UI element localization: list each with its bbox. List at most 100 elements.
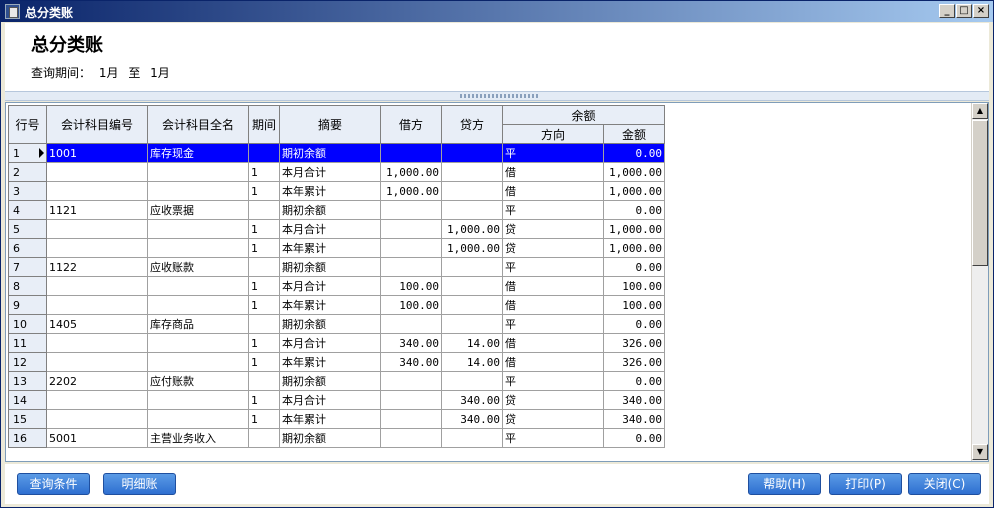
credit-cell[interactable] <box>441 428 503 448</box>
period-cell[interactable] <box>248 200 280 220</box>
account-code-cell[interactable] <box>46 352 148 372</box>
table-row[interactable]: 2 1 本月合计 1,000.00 借 1,000.00 <box>8 162 665 182</box>
detail-ledger-button[interactable]: 明细账 <box>103 473 176 495</box>
direction-cell[interactable]: 借 <box>502 352 604 372</box>
period-cell[interactable]: 1 <box>248 409 280 429</box>
summary-cell[interactable]: 期初余额 <box>279 257 381 277</box>
row-number-cell[interactable]: 3 <box>8 181 47 201</box>
header-debit[interactable]: 借方 <box>380 105 442 144</box>
table-row[interactable]: 1 1001 库存现金 期初余额 平 0.00 <box>8 143 665 163</box>
direction-cell[interactable]: 平 <box>502 314 604 334</box>
period-cell[interactable]: 1 <box>248 352 280 372</box>
row-number-cell[interactable]: 5 <box>8 219 47 239</box>
account-code-cell[interactable]: 2202 <box>46 371 148 391</box>
period-cell[interactable]: 1 <box>248 390 280 410</box>
row-number-cell[interactable]: 14 <box>8 390 47 410</box>
amount-cell[interactable]: 326.00 <box>603 352 665 372</box>
account-name-cell[interactable] <box>147 295 249 315</box>
summary-cell[interactable]: 本月合计 <box>279 276 381 296</box>
direction-cell[interactable]: 借 <box>502 276 604 296</box>
credit-cell[interactable]: 14.00 <box>441 333 503 353</box>
account-name-cell[interactable]: 应付账款 <box>147 371 249 391</box>
credit-cell[interactable] <box>441 371 503 391</box>
account-code-cell[interactable] <box>46 162 148 182</box>
debit-cell[interactable] <box>380 200 442 220</box>
debit-cell[interactable] <box>380 371 442 391</box>
credit-cell[interactable] <box>441 181 503 201</box>
table-row[interactable]: 16 5001 主营业务收入 期初余额 平 0.00 <box>8 428 665 448</box>
credit-cell[interactable] <box>441 257 503 277</box>
table-row[interactable]: 6 1 本年累计 1,000.00 贷 1,000.00 <box>8 238 665 258</box>
debit-cell[interactable]: 100.00 <box>380 276 442 296</box>
summary-cell[interactable]: 本年累计 <box>279 238 381 258</box>
credit-cell[interactable] <box>441 162 503 182</box>
table-row[interactable]: 5 1 本月合计 1,000.00 贷 1,000.00 <box>8 219 665 239</box>
summary-cell[interactable]: 本年累计 <box>279 181 381 201</box>
row-number-cell[interactable]: 11 <box>8 333 47 353</box>
credit-cell[interactable] <box>441 276 503 296</box>
scroll-thumb[interactable] <box>972 120 988 266</box>
account-name-cell[interactable] <box>147 238 249 258</box>
direction-cell[interactable]: 贷 <box>502 238 604 258</box>
amount-cell[interactable]: 0.00 <box>603 200 665 220</box>
direction-cell[interactable]: 贷 <box>502 409 604 429</box>
amount-cell[interactable]: 0.00 <box>603 371 665 391</box>
account-code-cell[interactable]: 1121 <box>46 200 148 220</box>
period-cell[interactable] <box>248 257 280 277</box>
table-row[interactable]: 11 1 本月合计 340.00 14.00 借 326.00 <box>8 333 665 353</box>
debit-cell[interactable] <box>380 238 442 258</box>
period-cell[interactable]: 1 <box>248 276 280 296</box>
period-cell[interactable]: 1 <box>248 333 280 353</box>
period-cell[interactable] <box>248 314 280 334</box>
table-row[interactable]: 13 2202 应付账款 期初余额 平 0.00 <box>8 371 665 391</box>
account-code-cell[interactable]: 1405 <box>46 314 148 334</box>
summary-cell[interactable]: 本月合计 <box>279 390 381 410</box>
credit-cell[interactable] <box>441 295 503 315</box>
row-number-cell[interactable]: 8 <box>8 276 47 296</box>
period-cell[interactable]: 1 <box>248 219 280 239</box>
account-name-cell[interactable]: 库存商品 <box>147 314 249 334</box>
ledger-grid[interactable]: 行号 会计科目编号 会计科目全名 期间 摘要 借方 贷方 余额 方向 金额 11… <box>5 102 989 462</box>
debit-cell[interactable]: 340.00 <box>380 333 442 353</box>
table-row[interactable]: 15 1 本年累计 340.00 贷 340.00 <box>8 409 665 429</box>
account-name-cell[interactable] <box>147 352 249 372</box>
summary-cell[interactable]: 期初余额 <box>279 200 381 220</box>
direction-cell[interactable]: 借 <box>502 181 604 201</box>
row-number-cell[interactable]: 1 <box>8 143 47 163</box>
direction-cell[interactable]: 借 <box>502 333 604 353</box>
splitter-grip-icon[interactable] <box>460 94 540 98</box>
debit-cell[interactable] <box>380 428 442 448</box>
row-number-cell[interactable]: 2 <box>8 162 47 182</box>
account-code-cell[interactable] <box>46 333 148 353</box>
direction-cell[interactable]: 平 <box>502 200 604 220</box>
period-cell[interactable] <box>248 371 280 391</box>
header-direction[interactable]: 方向 <box>502 124 604 144</box>
query-conditions-button[interactable]: 查询条件 <box>17 473 90 495</box>
direction-cell[interactable]: 借 <box>502 162 604 182</box>
direction-cell[interactable]: 贷 <box>502 219 604 239</box>
period-cell[interactable] <box>248 428 280 448</box>
splitter[interactable] <box>5 91 989 101</box>
help-button[interactable]: 帮助(H) <box>748 473 821 495</box>
row-number-cell[interactable]: 6 <box>8 238 47 258</box>
table-row[interactable]: 10 1405 库存商品 期初余额 平 0.00 <box>8 314 665 334</box>
debit-cell[interactable]: 1,000.00 <box>380 181 442 201</box>
account-name-cell[interactable]: 应收票据 <box>147 200 249 220</box>
account-name-cell[interactable] <box>147 390 249 410</box>
amount-cell[interactable]: 1,000.00 <box>603 219 665 239</box>
table-row[interactable]: 4 1121 应收票据 期初余额 平 0.00 <box>8 200 665 220</box>
account-name-cell[interactable]: 库存现金 <box>147 143 249 163</box>
direction-cell[interactable]: 平 <box>502 143 604 163</box>
amount-cell[interactable]: 1,000.00 <box>603 181 665 201</box>
direction-cell[interactable]: 平 <box>502 257 604 277</box>
header-account-name[interactable]: 会计科目全名 <box>147 105 249 144</box>
amount-cell[interactable]: 340.00 <box>603 390 665 410</box>
credit-cell[interactable]: 1,000.00 <box>441 238 503 258</box>
scroll-up-icon[interactable]: ▲ <box>972 103 988 119</box>
debit-cell[interactable]: 1,000.00 <box>380 162 442 182</box>
debit-cell[interactable] <box>380 143 442 163</box>
account-name-cell[interactable]: 应收账款 <box>147 257 249 277</box>
amount-cell[interactable]: 100.00 <box>603 276 665 296</box>
amount-cell[interactable]: 340.00 <box>603 409 665 429</box>
row-number-cell[interactable]: 16 <box>8 428 47 448</box>
